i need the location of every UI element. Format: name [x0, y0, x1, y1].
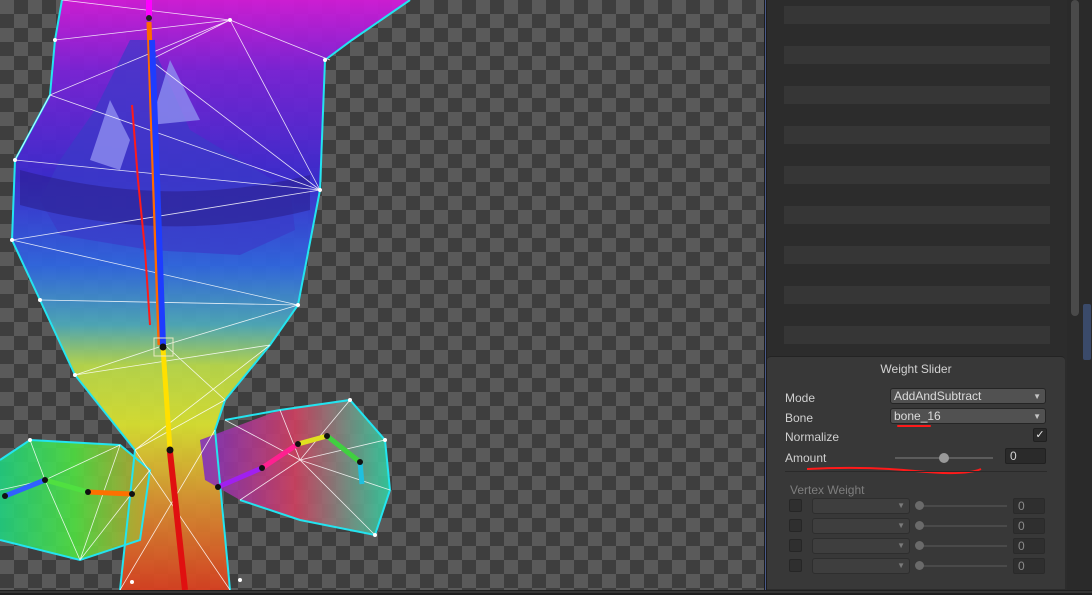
section-separator	[785, 471, 1047, 472]
bone-value: bone_16	[894, 409, 941, 423]
list-row	[784, 6, 1050, 24]
list-row	[784, 246, 1050, 264]
sprite-mesh-canvas[interactable]	[0, 0, 764, 590]
amount-field[interactable]: 0	[1005, 448, 1046, 464]
list-row	[784, 126, 1050, 144]
vertex-weight-slider-knob[interactable]	[915, 541, 924, 550]
leaf-bones-left-3	[87, 489, 133, 497]
chevron-down-icon: ▼	[897, 561, 905, 570]
vertex-weight-field[interactable]: 0	[1013, 558, 1045, 574]
vertex-weight-slider-track[interactable]	[919, 565, 1007, 567]
normalize-label: Normalize	[785, 430, 840, 444]
bone-annotation-underline	[897, 425, 931, 427]
vertex-weight-row: ▼ 0	[785, 517, 1049, 535]
weight-slider-window: Weight Slider Mode AddAndSubtract ▼ Bone…	[767, 356, 1065, 589]
bone-dropdown[interactable]: bone_16 ▼	[890, 408, 1046, 424]
vertex-weight-slider-track[interactable]	[919, 545, 1007, 547]
scene-viewport[interactable]	[0, 0, 764, 590]
chevron-down-icon: ▼	[1033, 392, 1041, 401]
vertex-weight-field[interactable]: 0	[1013, 498, 1045, 514]
vertex-bone-dropdown[interactable]: ▼	[812, 498, 910, 514]
vertex-weight-field[interactable]: 0	[1013, 518, 1045, 534]
list-row	[784, 166, 1050, 184]
joint[interactable]	[259, 465, 265, 471]
chevron-down-icon: ▼	[1033, 412, 1041, 421]
leaf-bones-right-5	[357, 461, 365, 485]
mode-value: AddAndSubtract	[894, 389, 982, 403]
amount-annotation-underline	[806, 466, 982, 475]
vertex-weight-slider-knob[interactable]	[915, 561, 924, 570]
vertex-weight-checkbox[interactable]	[789, 539, 802, 552]
chevron-down-icon: ▼	[897, 521, 905, 530]
normalize-checkbox[interactable]: ✓	[1033, 428, 1047, 442]
joint[interactable]	[85, 489, 91, 495]
joint[interactable]	[215, 484, 221, 490]
vertex-bone-dropdown[interactable]: ▼	[812, 558, 910, 574]
vertex-weight-field[interactable]: 0	[1013, 538, 1045, 554]
vertex-weight-row: ▼ 0	[785, 497, 1049, 515]
joint[interactable]	[166, 446, 174, 454]
joint[interactable]	[159, 343, 167, 351]
inspector-panel: Weight Slider Mode AddAndSubtract ▼ Bone…	[767, 0, 1067, 590]
joint[interactable]	[2, 493, 8, 499]
mode-dropdown[interactable]: AddAndSubtract ▼	[890, 388, 1046, 404]
bottom-scrollbar[interactable]	[0, 590, 1092, 595]
joint[interactable]	[295, 441, 301, 447]
vertex-weight-section: Vertex Weight ▼ 0 ▼ 0 ▼ 0 ▼ 0	[785, 483, 1049, 589]
vertex-weight-slider-knob[interactable]	[915, 501, 924, 510]
resize-grip[interactable]	[1083, 304, 1091, 360]
check-icon: ✓	[1035, 429, 1045, 441]
vertex-bone-dropdown[interactable]: ▼	[812, 518, 910, 534]
bone-label: Bone	[785, 411, 814, 425]
vertex-weight-label: Vertex Weight	[790, 483, 865, 497]
vertex-weight-row: ▼ 0	[785, 557, 1049, 575]
window-title: Weight Slider	[880, 362, 952, 376]
list-row	[784, 286, 1050, 304]
joint[interactable]	[42, 477, 48, 483]
chevron-down-icon: ▼	[897, 501, 905, 510]
vertex-weight-slider-track[interactable]	[919, 525, 1007, 527]
vertex-weight-checkbox[interactable]	[789, 519, 802, 532]
list-row	[784, 46, 1050, 64]
list-row	[784, 326, 1050, 344]
vertex-weight-slider-track[interactable]	[919, 505, 1007, 507]
vertex-bone-dropdown[interactable]: ▼	[812, 538, 910, 554]
amount-slider-knob[interactable]	[939, 453, 949, 463]
list-row	[784, 86, 1050, 104]
joint[interactable]	[129, 491, 135, 497]
scrollbar-thumb[interactable]	[1071, 0, 1079, 316]
vertex-weight-row: ▼ 0	[785, 537, 1049, 555]
chevron-down-icon: ▼	[897, 541, 905, 550]
vertex-weight-checkbox[interactable]	[789, 559, 802, 572]
vertex-weight-slider-knob[interactable]	[915, 521, 924, 530]
joint[interactable]	[357, 459, 363, 465]
list-row	[784, 206, 1050, 224]
mode-label: Mode	[785, 391, 816, 405]
vertex-weight-checkbox[interactable]	[789, 499, 802, 512]
joint[interactable]	[146, 15, 152, 21]
left-leaf	[0, 440, 150, 560]
vertical-scrollbar[interactable]	[1067, 0, 1092, 590]
joint[interactable]	[324, 433, 330, 439]
